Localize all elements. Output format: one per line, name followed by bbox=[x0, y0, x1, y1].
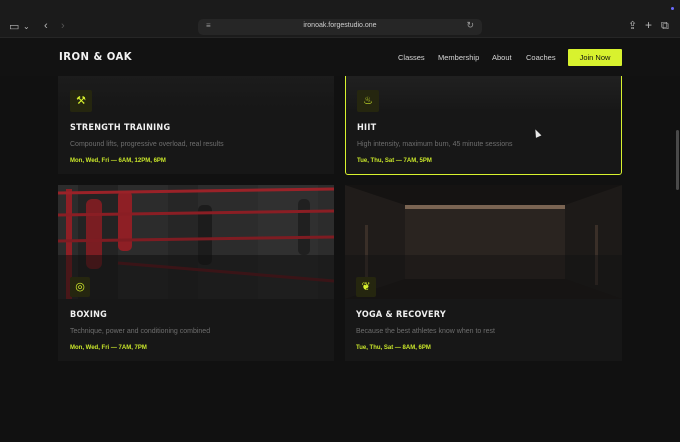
nav-link-membership[interactable]: Membership bbox=[438, 53, 479, 62]
class-title: HIIT bbox=[357, 123, 377, 133]
browser-toolbar: ▭ ⌄ ‹ › ≡ ironoak.forgestudio.one ↻ ⇪ + … bbox=[0, 0, 680, 38]
page: IRON & OAK Classes Membership About Coac… bbox=[0, 38, 680, 442]
boxing-ring-illustration bbox=[58, 185, 334, 299]
dumbbell-icon: ⚒ bbox=[70, 90, 92, 112]
plus-icon[interactable]: + bbox=[645, 19, 652, 31]
chevron-right-icon[interactable]: › bbox=[61, 20, 65, 32]
status-dot bbox=[671, 7, 674, 10]
join-now-button[interactable]: Join Now bbox=[568, 49, 622, 66]
class-description: High intensity, maximum burn, 45 minute … bbox=[357, 141, 513, 148]
class-image-yoga bbox=[345, 185, 622, 299]
chevron-down-icon[interactable]: ⌄ bbox=[23, 21, 30, 33]
site-header: IRON & OAK Classes Membership About Coac… bbox=[0, 38, 680, 76]
class-description: Because the best athletes know when to r… bbox=[356, 328, 495, 335]
class-title: BOXING bbox=[70, 310, 108, 320]
nav-link-classes[interactable]: Classes bbox=[398, 53, 425, 62]
sidebar-icon[interactable]: ▭ bbox=[9, 21, 19, 33]
class-card-yoga[interactable]: ❦ YOGA & RECOVERY Because the best athle… bbox=[345, 185, 622, 361]
leaf-icon: ❦ bbox=[356, 277, 376, 297]
flame-icon: ♨ bbox=[357, 90, 379, 112]
target-icon: ◎ bbox=[70, 277, 90, 297]
class-schedule: Mon, Wed, Fri — 6AM, 12PM, 6PM bbox=[70, 158, 166, 164]
scrollbar-thumb[interactable] bbox=[676, 130, 679, 190]
class-schedule: Tue, Thu, Sat — 8AM, 6PM bbox=[356, 345, 431, 351]
reload-icon[interactable]: ↻ bbox=[466, 20, 474, 31]
class-description: Compound lifts, progressive overload, re… bbox=[70, 141, 224, 148]
class-schedule: Mon, Wed, Fri — 7AM, 7PM bbox=[70, 345, 147, 351]
nav-link-about[interactable]: About bbox=[492, 53, 512, 62]
url-text: ironoak.forgestudio.one bbox=[303, 22, 377, 29]
nav-link-coaches[interactable]: Coaches bbox=[526, 53, 556, 62]
class-card-boxing[interactable]: ◎ BOXING Technique, power and conditioni… bbox=[58, 185, 334, 361]
tabs-icon[interactable]: ⧉ bbox=[661, 20, 669, 32]
brand-logo[interactable]: IRON & OAK bbox=[59, 50, 132, 63]
class-description: Technique, power and conditioning combin… bbox=[70, 328, 211, 335]
class-title: YOGA & RECOVERY bbox=[356, 310, 446, 320]
class-title: STRENGTH TRAINING bbox=[70, 123, 171, 133]
class-card-strength[interactable]: ⚒ STRENGTH TRAINING Compound lifts, prog… bbox=[58, 68, 334, 174]
chevron-left-icon[interactable]: ‹ bbox=[44, 20, 48, 32]
address-bar[interactable]: ≡ ironoak.forgestudio.one ↻ bbox=[198, 19, 482, 35]
class-image-boxing bbox=[58, 185, 334, 299]
class-schedule: Tue, Thu, Sat — 7AM, 5PM bbox=[357, 158, 432, 164]
share-icon[interactable]: ⇪ bbox=[628, 20, 637, 32]
studio-room-illustration bbox=[345, 185, 622, 299]
class-card-hiit[interactable]: ♨ HIIT High intensity, maximum burn, 45 … bbox=[345, 68, 622, 175]
